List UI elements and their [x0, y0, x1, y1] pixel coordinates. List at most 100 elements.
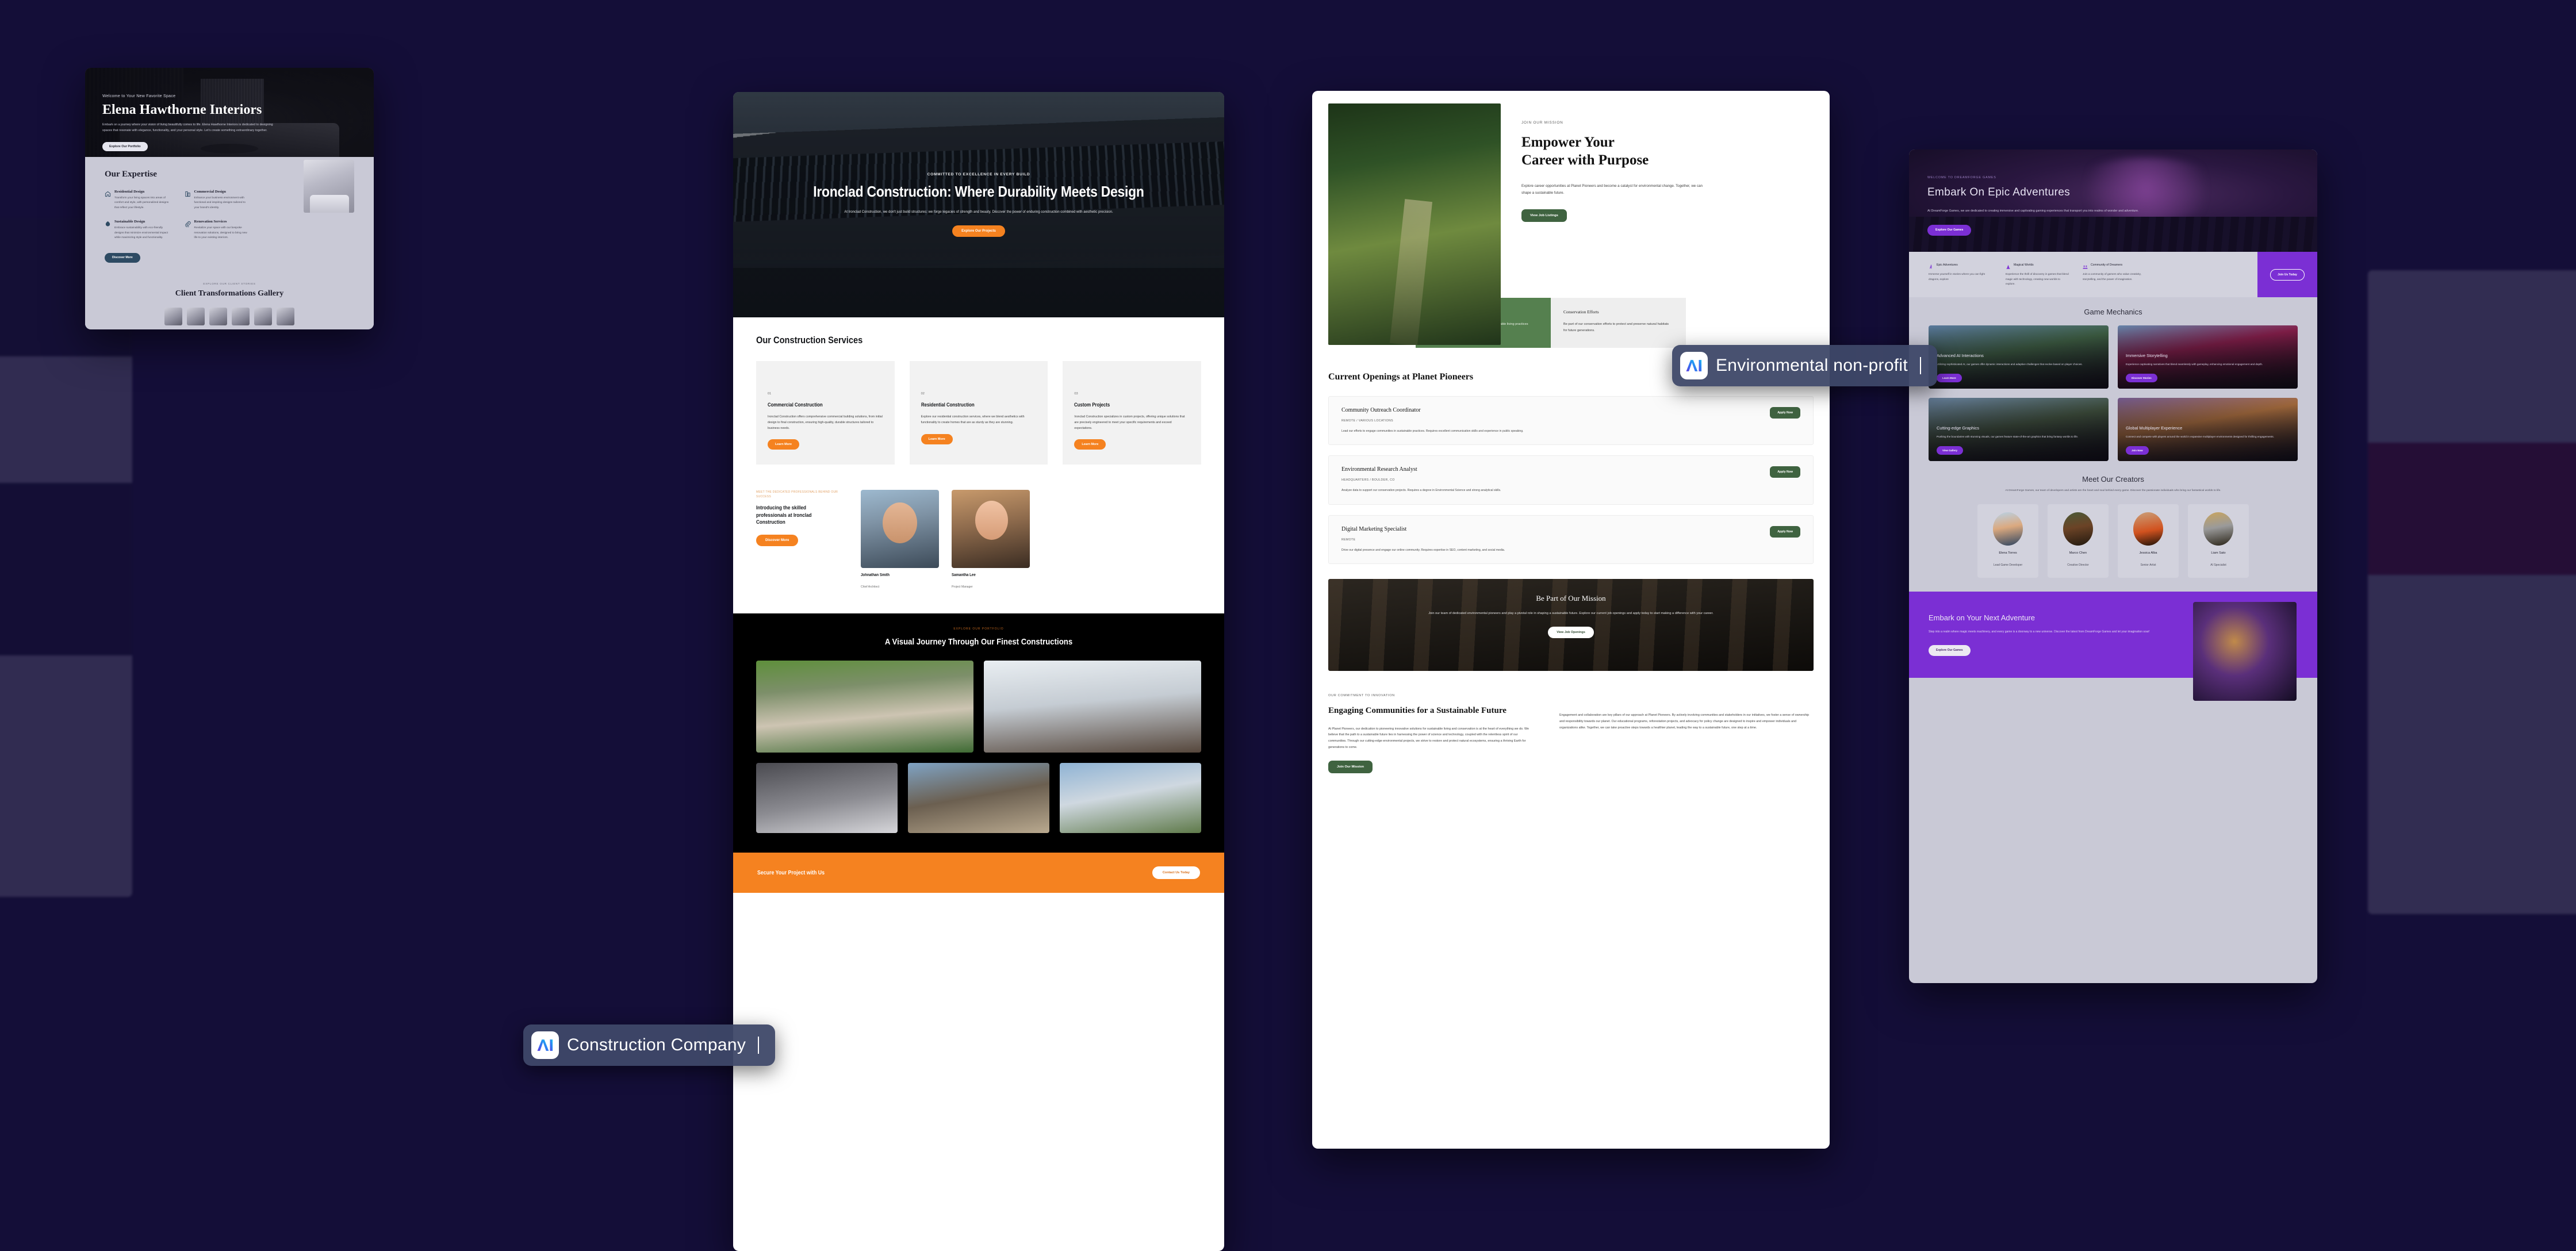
mechanic-card[interactable]: Immersive Storytelling Experience captiv… — [2118, 325, 2298, 389]
view-job-openings-button[interactable]: View Job Openings — [1548, 626, 1594, 638]
hero-title: Empower Your Career with Purpose — [1521, 135, 1649, 168]
learn-more-button[interactable]: Learn More — [768, 439, 800, 450]
service-card[interactable]: 01 Commercial Construction Ironclad Cons… — [756, 361, 895, 465]
explore-portfolio-button[interactable]: Explore Our Portfolio — [102, 141, 148, 151]
engaging-eyebrow: OUR COMMITMENT TO INNOVATION — [1328, 694, 1395, 698]
job-description: Drive our digital presence and engage ou… — [1341, 548, 1505, 552]
mechanic-text: Pushing the boundaries with stunning vis… — [1937, 435, 2079, 439]
job-description: Analyze data to support our conservation… — [1341, 489, 1501, 493]
mechanics-title: Game Mechanics — [2084, 308, 2142, 317]
interiors-hero: Welcome to Your New Favorite Space Elena… — [85, 68, 374, 157]
gallery-thumb[interactable] — [164, 307, 182, 325]
website-preview-games[interactable]: WELCOME TO DREAMFORGE GAMES Embark On Ep… — [1909, 149, 2317, 983]
mechanic-card[interactable]: Global Multiplayer Experience Connect an… — [2118, 398, 2298, 462]
website-preview-interiors[interactable]: Welcome to Your New Favorite Space Elena… — [85, 68, 374, 329]
games-mechanics-section: Game Mechanics Advanced AI Interactions … — [1909, 297, 2317, 462]
job-listing-row[interactable]: Digital Marketing Specialist REMOTE Driv… — [1328, 515, 1814, 565]
ai-tooltip-nonprofit[interactable]: Environmental non-profit — [1672, 345, 1938, 386]
creator-card: Jessica Alba Senior Artist — [2118, 504, 2179, 578]
nonprofit-mission-banner: Be Part of Our Mission Join our team of … — [1328, 579, 1814, 671]
creators-grid: Elena Torres Lead Game Developer Marco C… — [1929, 504, 2298, 578]
hero-subtitle: Embark on a journey where your vision of… — [102, 123, 273, 133]
creators-lead: At DreamForge Games, our team of develop… — [2005, 489, 2221, 493]
expertise-grid: Residential Design Transform your living… — [105, 190, 251, 240]
footer-cta-title: Secure Your Project with Us — [757, 869, 825, 876]
services-grid: 01 Commercial Construction Ironclad Cons… — [756, 361, 1201, 465]
apply-now-button[interactable]: Apply Now — [1770, 406, 1800, 419]
service-number: 02 — [921, 392, 925, 396]
gallery-thumb[interactable] — [187, 307, 205, 325]
service-card[interactable]: 03 Custom Projects Ironclad Construction… — [1063, 361, 1201, 465]
gallery-thumb[interactable] — [209, 307, 227, 325]
service-card[interactable]: 02 Residential Construction Explore our … — [909, 361, 1048, 465]
gallery-thumb[interactable] — [277, 307, 294, 325]
home-icon — [105, 190, 111, 197]
explore-games-button[interactable]: Explore Our Games — [1927, 224, 1972, 236]
ai-tooltip-construction[interactable]: Construction Company — [523, 1024, 776, 1066]
explore-projects-button[interactable]: Explore Our Projects — [952, 225, 1005, 237]
mission-banner-text: Join our team of dedicated environmental… — [1428, 612, 1713, 616]
avatar — [2133, 512, 2163, 546]
hero-eyebrow: Welcome to Your New Favorite Space — [102, 94, 176, 98]
engaging-left-text: At Planet Pioneers, our dedication to pi… — [1328, 727, 1529, 750]
construction-services-section: Our Construction Services 01 Commercial … — [733, 317, 1224, 465]
portfolio-image[interactable] — [756, 661, 973, 753]
creator-name: Elena Torres — [1999, 551, 2017, 555]
mechanic-text: Utilizing sophisticated AI, our games of… — [1937, 363, 2083, 366]
service-title: Custom Projects — [1074, 402, 1110, 408]
games-creators-section: Meet Our Creators At DreamForge Games, o… — [1909, 461, 2317, 578]
explore-games-button[interactable]: Explore Our Games — [1929, 644, 1971, 656]
apply-now-button[interactable]: Apply Now — [1770, 466, 1800, 478]
job-location: REMOTE — [1341, 538, 1356, 542]
view-job-listings-button[interactable]: View Job Listings — [1521, 209, 1567, 222]
gallery-thumb[interactable] — [254, 307, 272, 325]
mission-banner-title: Be Part of Our Mission — [1536, 594, 1606, 603]
gallery-thumb[interactable] — [232, 307, 250, 325]
expertise-item-title: Commercial Design — [194, 190, 226, 194]
discover-more-button[interactable]: Discover More — [105, 252, 140, 263]
join-our-mission-button[interactable]: Join Our Mission — [1328, 760, 1373, 773]
hero-title: Embark On Epic Adventures — [1927, 186, 2071, 198]
mechanic-cta-button[interactable]: Discover Stories — [2126, 374, 2157, 383]
ai-badge-icon — [531, 1031, 559, 1059]
mechanic-cta-button[interactable]: Join Now — [2126, 446, 2149, 455]
mechanic-cta-button[interactable]: View Gallery — [1937, 446, 1964, 455]
service-text: Explore our residential construction ser… — [921, 415, 1025, 424]
nonprofit-engaging-section: OUR COMMITMENT TO INNOVATION Engaging Co… — [1312, 671, 1830, 773]
mechanic-card[interactable]: Cutting-edge Graphics Pushing the bounda… — [1929, 398, 2109, 462]
website-preview-nonprofit[interactable]: JOIN OUR MISSION Empower Your Career wit… — [1312, 91, 1830, 1149]
service-text: Ironclad Construction offers comprehensi… — [768, 415, 883, 430]
job-location: REMOTE / VARIOUS LOCATIONS — [1341, 419, 1393, 423]
portfolio-image[interactable] — [984, 661, 1201, 753]
interiors-story-section: Transforming Visions into Reality: Our C… — [85, 325, 374, 329]
hero-subtitle: At DreamForge Games, we are dedicated to… — [1927, 209, 2139, 213]
service-title: Residential Construction — [921, 402, 975, 408]
mechanic-title: Global Multiplayer Experience — [2126, 425, 2183, 431]
creator-name: Jessica Alba — [2139, 551, 2157, 555]
apply-now-button[interactable]: Apply Now — [1770, 525, 1800, 538]
learn-more-button[interactable]: Learn More — [1074, 439, 1106, 450]
feature-column-text: Experience the thrill of discovery in ga… — [2006, 273, 2069, 286]
website-preview-construction[interactable]: COMMITTED TO EXCELLENCE IN EVERY BUILD I… — [733, 92, 1224, 1251]
building-icon — [185, 190, 191, 197]
contact-us-button[interactable]: Contact Us Today — [1152, 866, 1200, 880]
discover-more-button[interactable]: Discover More — [756, 535, 799, 547]
mechanic-cta-button[interactable]: Learn More — [1937, 374, 1962, 383]
feature-column-title: Epic Adventures — [1937, 263, 1958, 267]
job-listing-row[interactable]: Environmental Research Analyst HEADQUART… — [1328, 455, 1814, 505]
job-listing-row[interactable]: Community Outreach Coordinator REMOTE / … — [1328, 396, 1814, 446]
services-title: Our Construction Services — [756, 335, 863, 346]
hero-forest-photo — [1328, 103, 1501, 345]
mechanic-card[interactable]: Advanced AI Interactions Utilizing sophi… — [1929, 325, 2109, 389]
team-eyebrow: MEET THE DEDICATED PROFESSIONALS BEHIND … — [756, 490, 838, 499]
join-us-today-button[interactable]: Join Us Today — [2270, 268, 2305, 281]
leaf-icon — [105, 220, 111, 227]
learn-more-button[interactable]: Learn More — [921, 433, 953, 444]
portfolio-image[interactable] — [1060, 763, 1201, 834]
expertise-item-text: Transform your living spaces into areas … — [114, 197, 169, 209]
portfolio-image[interactable] — [756, 763, 898, 834]
team-title: Introducing the skilled professionals at… — [756, 504, 812, 525]
creator-name: Liam Sato — [2211, 551, 2226, 555]
portfolio-image[interactable] — [908, 763, 1049, 834]
feature-box-conservation: Conservation Efforts Be part of our cons… — [1551, 298, 1686, 348]
